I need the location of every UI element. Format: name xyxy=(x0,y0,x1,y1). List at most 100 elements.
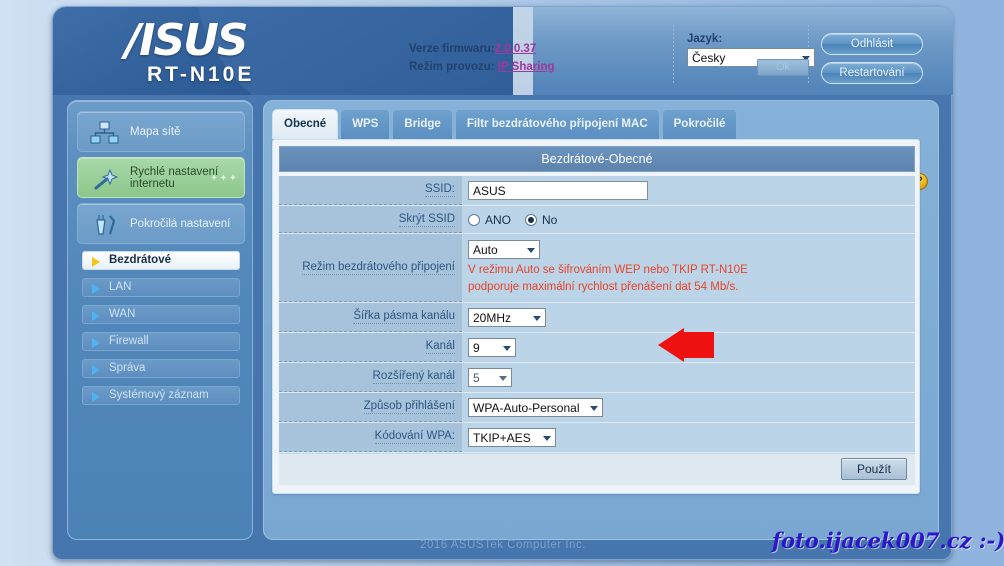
apply-button[interactable]: Použít xyxy=(841,458,907,480)
tab-wps[interactable]: WPS xyxy=(340,109,391,139)
operation-mode-link[interactable]: IP Sharing xyxy=(498,61,555,73)
firmware-info: Verze firmwaru:2.0.0.37 Režim provozu: I… xyxy=(409,43,555,79)
red-arrow-annotation xyxy=(658,328,714,362)
channel-select[interactable]: 9 xyxy=(468,338,516,357)
ext-channel-label: Rozšířený kanál xyxy=(279,363,462,392)
chevron-right-icon xyxy=(92,365,100,375)
sidebar-item-label: Mapa sítě xyxy=(130,125,181,138)
router-admin-window: /ISUS RT-N10E Verze firmwaru:2.0.0.37 Re… xyxy=(52,6,953,561)
ext-channel-select-wrap: 5 xyxy=(468,368,512,387)
operation-mode-label: Režim provozu: xyxy=(409,61,495,73)
form-row-wpa-encryption: Kódování WPA: TKIP+AES xyxy=(279,423,915,453)
photo-watermark: foto.ijacek007.cz :-) xyxy=(772,528,1004,553)
card-title: Bezdrátové-Obecné xyxy=(279,146,915,172)
chevron-right-icon xyxy=(92,392,100,402)
wpa-encryption-select-wrap: TKIP+AES xyxy=(468,428,556,447)
sidebar-item-network-map[interactable]: Mapa sítě xyxy=(77,111,245,152)
language-label: Jazyk: xyxy=(687,33,723,45)
wpa-encryption-select[interactable]: TKIP+AES xyxy=(468,428,556,447)
language-ok-button[interactable]: Ok xyxy=(757,59,809,76)
chevron-right-icon xyxy=(92,311,100,321)
wireless-mode-warning-line2: podporuje maximální rychlost přenášení d… xyxy=(468,281,739,293)
hide-ssid-yes-radio[interactable]: ANO xyxy=(468,213,511,227)
page-header: /ISUS RT-N10E Verze firmwaru:2.0.0.37 Re… xyxy=(53,7,953,95)
auth-method-value-cell: WPA-Auto-Personal xyxy=(462,393,915,422)
firmware-label: Verze firmwaru: xyxy=(409,43,495,55)
wireless-mode-select-wrap: Auto xyxy=(468,240,540,259)
sidebar-item-firewall[interactable]: Firewall xyxy=(82,332,240,351)
tab-advanced[interactable]: Pokročilé xyxy=(661,109,738,139)
reboot-button[interactable]: Restartování xyxy=(821,62,923,84)
firmware-version-link[interactable]: 2.0.0.37 xyxy=(495,43,537,55)
content-panel: Obecné WPS Bridge Filtr bezdrátového při… xyxy=(263,100,939,540)
chevron-right-icon xyxy=(92,338,100,348)
brand-name: /ISUS xyxy=(125,15,249,66)
hide-ssid-label: Skrýt SSID xyxy=(279,206,462,233)
language-selector-group: Jazyk: Česky Ok xyxy=(687,33,815,76)
sidebar-item-label: Pokročilá nastavení xyxy=(130,217,231,230)
tools-icon xyxy=(90,213,120,237)
auth-method-select-wrap: WPA-Auto-Personal xyxy=(468,398,603,417)
wireless-mode-label: Režim bezdrátového připojení xyxy=(279,234,462,302)
page-body: Mapa sítě Rychlé nastavení internetu ✦✦✦ xyxy=(53,95,953,561)
header-divider-left xyxy=(673,25,674,83)
tab-bridge[interactable]: Bridge xyxy=(392,109,453,139)
tab-general[interactable]: Obecné xyxy=(272,109,339,139)
sidebar-item-lan[interactable]: LAN xyxy=(82,278,240,297)
ext-channel-value-cell: 5 xyxy=(462,363,915,392)
sidebar-item-wireless[interactable]: Bezdrátové xyxy=(82,251,240,270)
hide-ssid-no-radio[interactable]: No xyxy=(525,213,557,227)
radio-dot-selected xyxy=(525,213,538,226)
wireless-mode-value-cell: Auto V režimu Auto se šifrováním WEP neb… xyxy=(462,234,915,302)
chevron-right-icon xyxy=(92,284,100,294)
form-row-ext-channel: Rozšířený kanál 5 xyxy=(279,363,915,393)
apply-bar: Použít xyxy=(279,453,915,485)
auth-method-label: Způsob přihlášení xyxy=(279,393,462,422)
tab-bar: Obecné WPS Bridge Filtr bezdrátového při… xyxy=(272,109,739,139)
hide-ssid-yes-label: ANO xyxy=(485,212,512,227)
sidebar-item-label: WAN xyxy=(109,308,136,320)
hide-ssid-value-cell: ANO No xyxy=(462,206,915,233)
radio-dot xyxy=(468,213,480,226)
bandwidth-select[interactable]: 20MHz xyxy=(468,308,546,327)
sidebar-item-quick-internet-setup[interactable]: Rychlé nastavení internetu ✦✦✦ xyxy=(77,157,245,198)
form-row-bandwidth: Šířka pásma kanálu 20MHz xyxy=(279,303,915,333)
chevron-right-icon xyxy=(92,257,100,267)
wireless-mode-select[interactable]: Auto xyxy=(468,240,540,259)
logout-button[interactable]: Odhlásit xyxy=(821,33,923,55)
auth-method-select[interactable]: WPA-Auto-Personal xyxy=(468,398,603,417)
stars-decoration: ✦✦✦ xyxy=(209,173,238,184)
form-row-hide-ssid: Skrýt SSID ANO No xyxy=(279,206,915,234)
ssid-input[interactable] xyxy=(468,181,648,200)
router-model: RT-N10E xyxy=(147,63,255,86)
wireless-general-card: Bezdrátové-Obecné SSID: Skrýt SSID xyxy=(272,139,920,494)
ssid-label: SSID: xyxy=(279,176,462,205)
sidebar-item-label: LAN xyxy=(109,281,132,293)
bandwidth-select-wrap: 20MHz xyxy=(468,308,546,327)
magic-wand-icon xyxy=(90,167,120,191)
tab-mac-filter[interactable]: Filtr bezdrátového připojení MAC xyxy=(454,109,660,139)
wireless-settings-form: SSID: Skrýt SSID ANO xyxy=(279,176,915,482)
sidebar-item-label: Systémový záznam xyxy=(109,389,209,401)
ext-channel-select[interactable]: 5 xyxy=(468,368,512,387)
wpa-encryption-value-cell: TKIP+AES xyxy=(462,423,915,452)
wireless-mode-warning-line1: V režimu Auto se šifrováním WEP nebo TKI… xyxy=(468,264,748,276)
sidebar-item-administration[interactable]: Správa xyxy=(82,359,240,378)
form-row-auth-method: Způsob přihlášení WPA-Auto-Personal xyxy=(279,393,915,423)
network-map-icon xyxy=(90,121,120,145)
sidebar-navigation: Mapa sítě Rychlé nastavení internetu ✦✦✦ xyxy=(67,100,253,540)
channel-select-wrap: 9 xyxy=(468,338,516,357)
sidebar-item-advanced-settings[interactable]: Pokročilá nastavení xyxy=(77,203,245,244)
sidebar-item-label: Firewall xyxy=(109,335,149,347)
asus-logo: /ISUS RT-N10E xyxy=(125,15,255,87)
form-row-ssid: SSID: xyxy=(279,176,915,206)
ssid-value-cell xyxy=(462,176,915,205)
sidebar-item-wan[interactable]: WAN xyxy=(82,305,240,324)
sidebar-item-system-log[interactable]: Systémový záznam xyxy=(82,386,240,405)
sidebar-item-label: Bezdrátové xyxy=(109,254,171,266)
bandwidth-label: Šířka pásma kanálu xyxy=(279,303,462,332)
form-row-channel: Kanál 9 xyxy=(279,333,915,363)
wpa-encryption-label: Kódování WPA: xyxy=(279,423,462,452)
form-row-wireless-mode: Režim bezdrátového připojení Auto V reži… xyxy=(279,234,915,303)
sidebar-item-label: Správa xyxy=(109,362,146,374)
